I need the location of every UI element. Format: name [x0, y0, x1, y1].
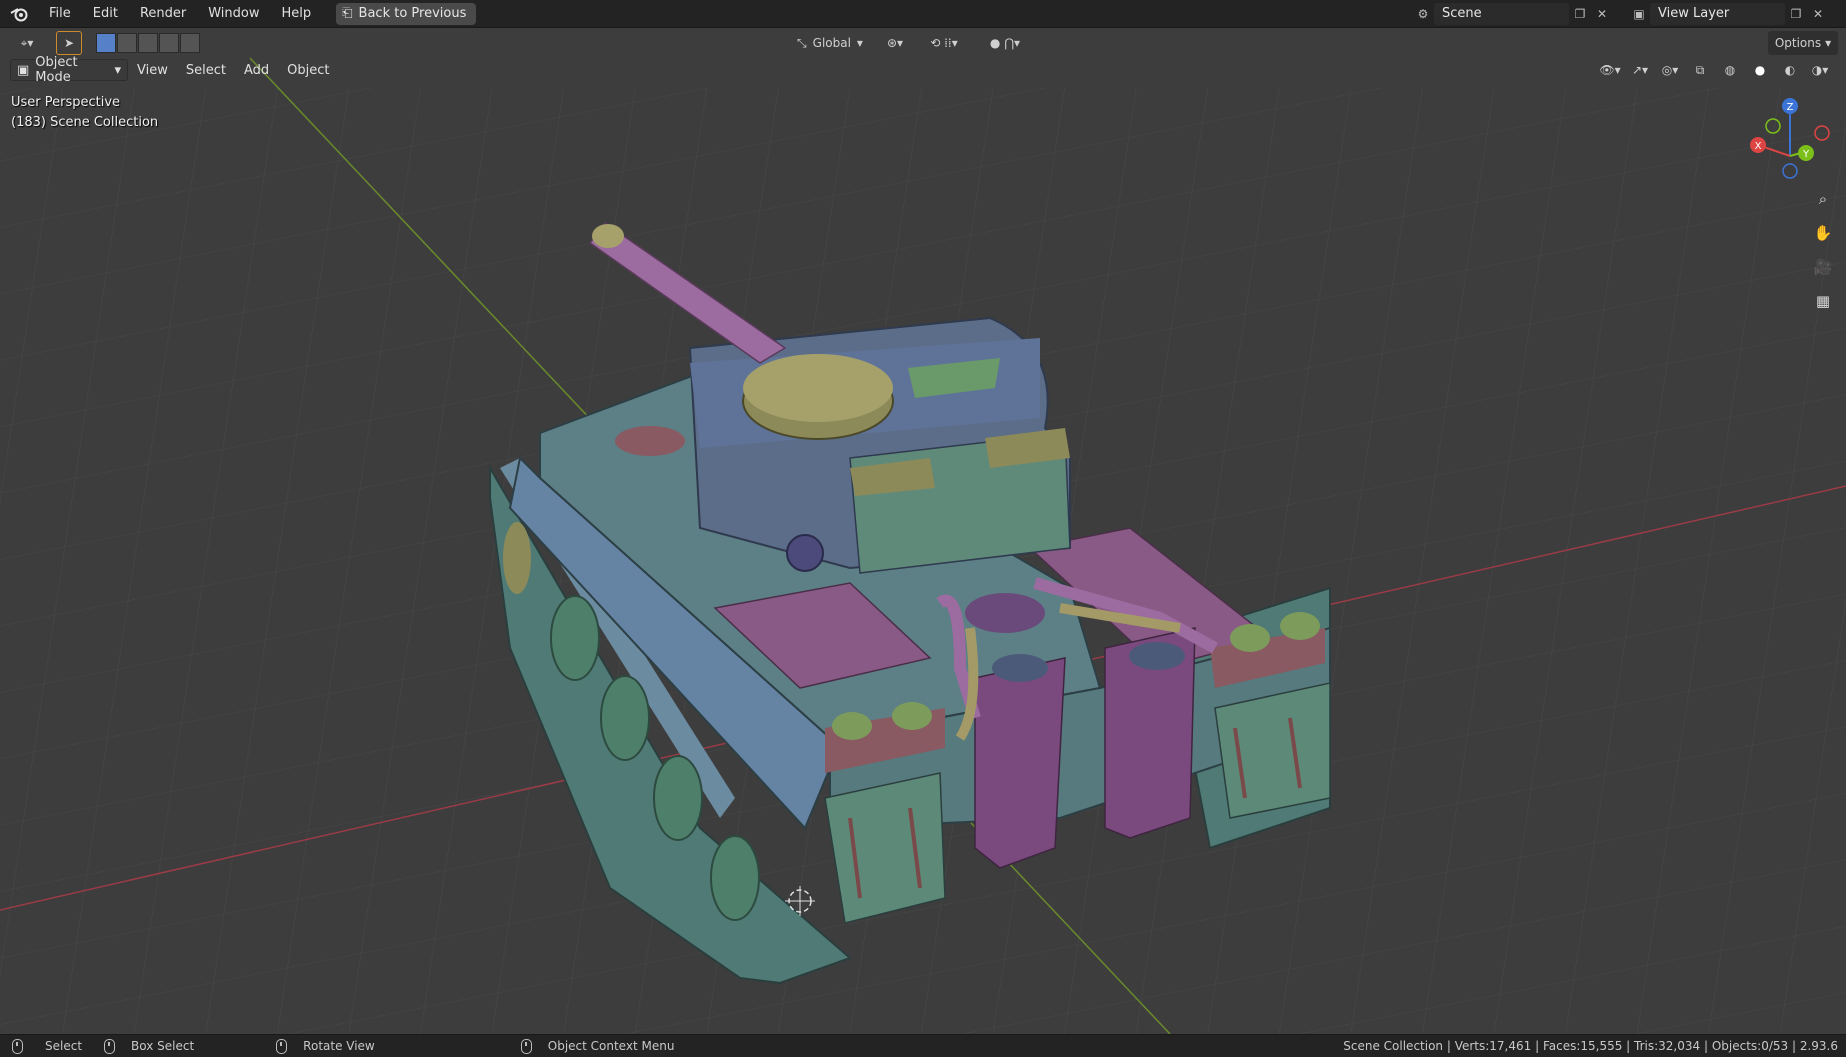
navigation-tools: ⌕ ✋ 🎥 ▦	[1808, 186, 1838, 314]
menu-edit[interactable]: Edit	[82, 0, 129, 28]
status-bar: Select Box Select Rotate View Object Con…	[0, 1034, 1846, 1057]
new-layer-icon[interactable]: ❐	[1785, 3, 1807, 25]
scene-statistics: Scene Collection | Verts:17,461 | Faces:…	[1343, 1039, 1838, 1053]
object-mode-icon: ▣	[17, 62, 30, 78]
menu-file[interactable]: File	[38, 0, 82, 28]
chevron-down-icon: ▾	[114, 62, 121, 78]
orientation-label: Global	[812, 36, 851, 50]
back-icon: ⎗	[342, 6, 353, 21]
select-subtract-button[interactable]	[138, 33, 158, 53]
menu-add[interactable]: Add	[235, 63, 278, 78]
shading-material-icon[interactable]: ◐	[1778, 58, 1802, 82]
shading-render-icon[interactable]: ◑▾	[1808, 58, 1832, 82]
selection-mode-group	[96, 31, 201, 55]
shading-solid-icon[interactable]: ●	[1748, 58, 1772, 82]
cursor-icon[interactable]: ➤	[56, 31, 82, 55]
pivot-icon[interactable]: ⊛▾	[880, 31, 910, 55]
chevron-down-icon: ▾	[1825, 36, 1832, 50]
gizmo-icon[interactable]: ↗▾	[1628, 58, 1652, 82]
orientation-icon: ⤡	[797, 35, 807, 50]
overlay-icon[interactable]: ◎▾	[1658, 58, 1682, 82]
collection-label: (183) Scene Collection	[11, 115, 159, 130]
select-invert-button[interactable]	[159, 33, 179, 53]
chevron-down-icon: ▾	[856, 36, 863, 50]
status-context-menu: Object Context Menu	[520, 1038, 674, 1054]
select-new-button[interactable]	[96, 33, 116, 53]
blender-logo-icon[interactable]	[0, 0, 38, 28]
menu-window[interactable]: Window	[197, 0, 270, 28]
back-label: Back to Previous	[358, 6, 467, 21]
tool-header: ⌖▾ ➤ ⤡ Global ▾ ⊛▾ ⟲ ⁞⁞▾ ● ⋂▾ Options ▾	[0, 29, 1846, 57]
zoom-icon[interactable]: ⌕	[1810, 186, 1836, 212]
snap-icon[interactable]: ⟲ ⁞⁞▾	[916, 31, 972, 55]
view-layer-selector: ▣ View Layer ❐ ✕	[1628, 3, 1829, 25]
orientation-dropdown[interactable]: ⤡ Global ▾	[788, 31, 872, 55]
menu-select[interactable]: Select	[177, 63, 235, 78]
menu-view[interactable]: View	[128, 63, 177, 78]
scene-icon[interactable]: ⚙	[1412, 3, 1434, 25]
svg-text:X: X	[1755, 141, 1762, 152]
select-extend-button[interactable]	[117, 33, 137, 53]
view-layer-field[interactable]: View Layer	[1650, 3, 1785, 25]
menu-object[interactable]: Object	[278, 63, 338, 78]
mouse-middle-icon	[104, 1038, 116, 1054]
svg-text:Z: Z	[1787, 102, 1794, 113]
hand-icon[interactable]: ✋	[1810, 220, 1836, 246]
viewport-header: ▣ Object Mode ▾ View Select Add Object 👁…	[0, 55, 1846, 85]
status-box-select: Box Select	[104, 1038, 194, 1054]
new-scene-icon[interactable]: ❐	[1569, 3, 1591, 25]
status-select: Select	[12, 1038, 82, 1054]
mouse-left-icon	[12, 1038, 23, 1054]
options-label: Options	[1774, 36, 1822, 50]
object-mode-label: Object Mode	[35, 55, 78, 85]
3d-viewport[interactable]: Z X Y	[0, 28, 1846, 1034]
view-perspective-label: User Perspective	[11, 95, 121, 110]
scene-selector: ⚙ Scene ❐ ✕	[1412, 3, 1613, 25]
shading-wire-icon[interactable]: ◍	[1718, 58, 1742, 82]
editor-type-icon[interactable]: ⌖▾	[10, 31, 44, 55]
scene-name-field[interactable]: Scene	[1434, 3, 1569, 25]
back-to-previous-button[interactable]: ⎗ Back to Previous	[336, 2, 477, 25]
status-rotate: Rotate View	[276, 1038, 375, 1054]
view-layer-icon[interactable]: ▣	[1628, 3, 1650, 25]
visibility-icon[interactable]: 👁▾	[1598, 58, 1622, 82]
menu-render[interactable]: Render	[129, 0, 197, 28]
grid-icon[interactable]: ▦	[1810, 288, 1836, 314]
mouse-middle-icon	[276, 1038, 288, 1054]
object-mode-dropdown[interactable]: ▣ Object Mode ▾	[10, 55, 128, 85]
mouse-right-icon	[520, 1038, 532, 1054]
xray-icon[interactable]: ⧉	[1688, 58, 1712, 82]
menu-help[interactable]: Help	[271, 0, 323, 28]
select-intersect-button[interactable]	[180, 33, 200, 53]
exhaust-left	[974, 657, 1066, 869]
camera-icon[interactable]: 🎥	[1810, 254, 1836, 280]
svg-text:Y: Y	[1802, 149, 1810, 160]
top-menu-bar: File Edit Render Window Help ⎗ Back to P…	[0, 0, 1846, 28]
proportional-icon[interactable]: ● ⋂▾	[978, 31, 1032, 55]
options-dropdown[interactable]: Options ▾	[1768, 31, 1838, 55]
delete-scene-icon[interactable]: ✕	[1591, 3, 1613, 25]
viewport-shading-group: 👁▾ ↗▾ ◎▾ ⧉ ◍ ● ◐ ◑▾	[1598, 58, 1832, 82]
delete-layer-icon[interactable]: ✕	[1807, 3, 1829, 25]
